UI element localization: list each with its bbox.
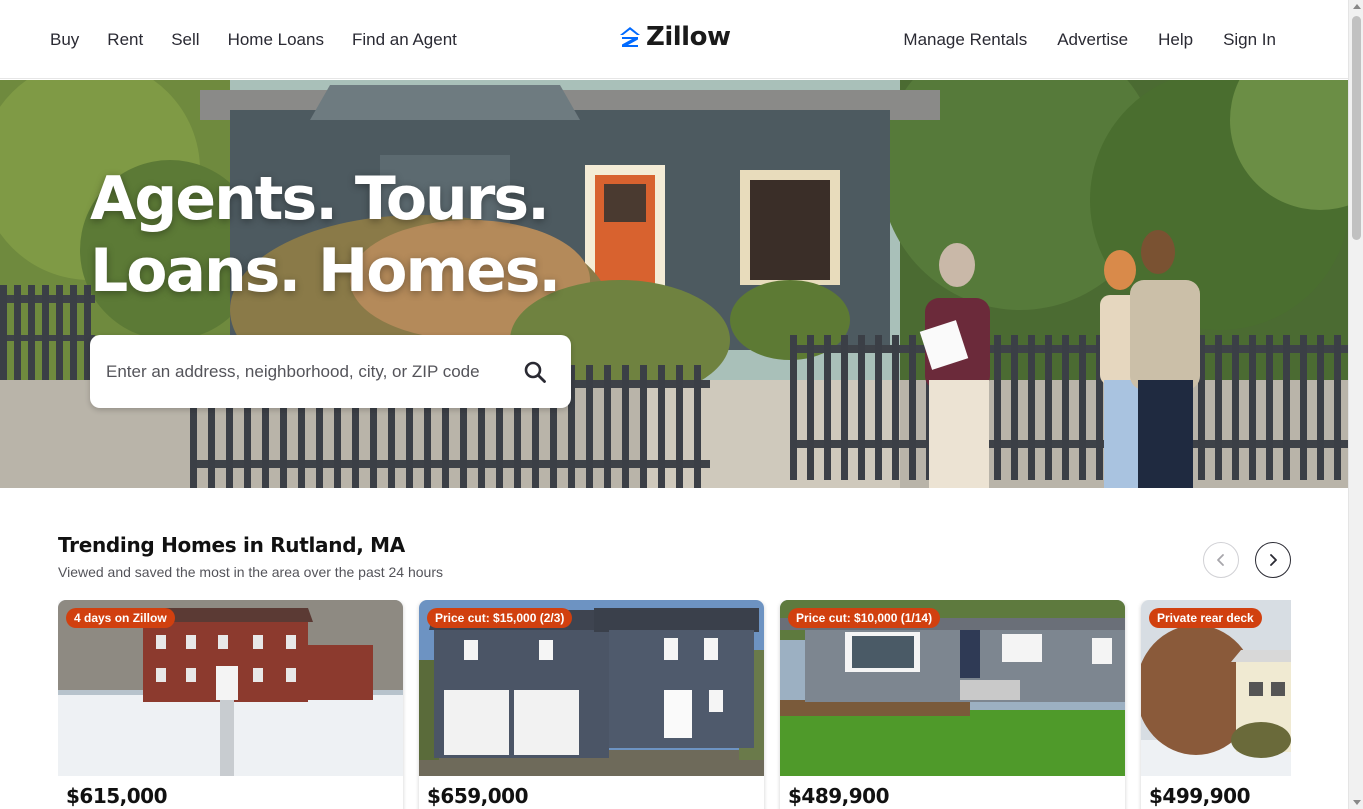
listing-price: $659,000 [427,784,529,808]
fence-picket [790,335,797,480]
site-header: Buy Rent Sell Home Loans Find an Agent Z… [0,0,1348,79]
fence-picket [824,335,831,480]
trending-carousel: 4 days on Zillow $615,000 Price cut: $15… [58,600,1291,809]
hero-banner: Agents. Tours. Loans. Homes. [0,80,1348,488]
nav-buy[interactable]: Buy [50,30,79,50]
fence-picket [1215,335,1222,480]
listing-badge: Price cut: $15,000 (2/3) [427,608,573,628]
fence-picket [56,285,63,380]
fence-picket [1300,335,1307,480]
fence-picket [604,365,611,488]
fence-picket [28,285,35,380]
fence-picket [858,335,865,480]
fence-picket [909,335,916,480]
secondary-nav: Manage Rentals Advertise Help Sign In [903,0,1276,79]
nav-manage-rentals[interactable]: Manage Rentals [903,30,1027,50]
nav-sell[interactable]: Sell [171,30,199,50]
nav-home-loans[interactable]: Home Loans [228,30,324,50]
fence-picket [14,285,21,380]
search-bar [90,335,571,408]
fence-picket [1079,335,1086,480]
fence-picket [1028,335,1035,480]
listing-price: $615,000 [66,784,168,808]
fence-picket [994,335,1001,480]
scroll-down-arrow-icon[interactable] [1353,800,1361,805]
listing-price: $499,900 [1149,784,1251,808]
fence-picket [640,365,647,488]
fence-picket [42,285,49,380]
nav-find-an-agent[interactable]: Find an Agent [352,30,457,50]
fence-picket [586,365,593,488]
fence-picket [875,335,882,480]
hero-headline: Agents. Tours. Loans. Homes. [90,163,561,307]
scroll-thumb[interactable] [1352,16,1361,240]
search-button[interactable] [521,358,549,386]
scroll-up-arrow-icon[interactable] [1353,4,1361,9]
home-card[interactable]: Private rear deck $499,900 [1141,600,1291,809]
nav-rent[interactable]: Rent [107,30,143,50]
listing-price: $489,900 [788,784,890,808]
nav-sign-in[interactable]: Sign In [1223,30,1276,50]
fence-picket [1283,335,1290,480]
fence-picket [70,285,77,380]
home-card[interactable]: Price cut: $10,000 (1/14) $489,900 [780,600,1125,809]
primary-nav: Buy Rent Sell Home Loans Find an Agent [50,0,457,79]
fence-picket [1062,335,1069,480]
fence-picket [1317,335,1324,480]
section-subtitle: Viewed and saved the most in the area ov… [58,564,443,580]
listing-badge: 4 days on Zillow [66,608,175,628]
search-input[interactable] [106,361,521,382]
fence-picket [1249,335,1256,480]
fence-picket [1045,335,1052,480]
fence-picket [1334,335,1341,480]
fence-picket [0,285,7,380]
fence-picket [841,335,848,480]
nav-help[interactable]: Help [1158,30,1193,50]
hero-headline-line2: Loans. Homes. [90,236,561,306]
listing-badge: Price cut: $10,000 (1/14) [788,608,941,628]
chevron-left-icon [1217,554,1224,566]
hero-headline-line1: Agents. Tours. [90,164,550,234]
nav-advertise[interactable]: Advertise [1057,30,1128,50]
chevron-right-icon [1270,554,1277,566]
search-icon [524,361,546,383]
carousel-next-button[interactable] [1255,542,1291,578]
fence-picket [694,365,701,488]
zillow-logo[interactable]: Zillow [618,22,731,52]
section-title: Trending Homes in Rutland, MA [58,533,405,557]
home-card[interactable]: 4 days on Zillow $615,000 [58,600,403,809]
carousel-prev-button[interactable] [1203,542,1239,578]
fence-picket [1232,335,1239,480]
page-scrollbar[interactable] [1348,0,1363,809]
fence-picket [807,335,814,480]
listing-badge: Private rear deck [1149,608,1262,628]
home-card[interactable]: Price cut: $15,000 (2/3) $659,000 [419,600,764,809]
zillow-logo-icon [620,27,640,47]
fence-picket [1266,335,1273,480]
fence-picket [1011,335,1018,480]
fence-picket [622,365,629,488]
fence-picket [676,365,683,488]
fence-picket [658,365,665,488]
fence-picket [892,335,899,480]
logo-text: Zillow [646,22,731,52]
